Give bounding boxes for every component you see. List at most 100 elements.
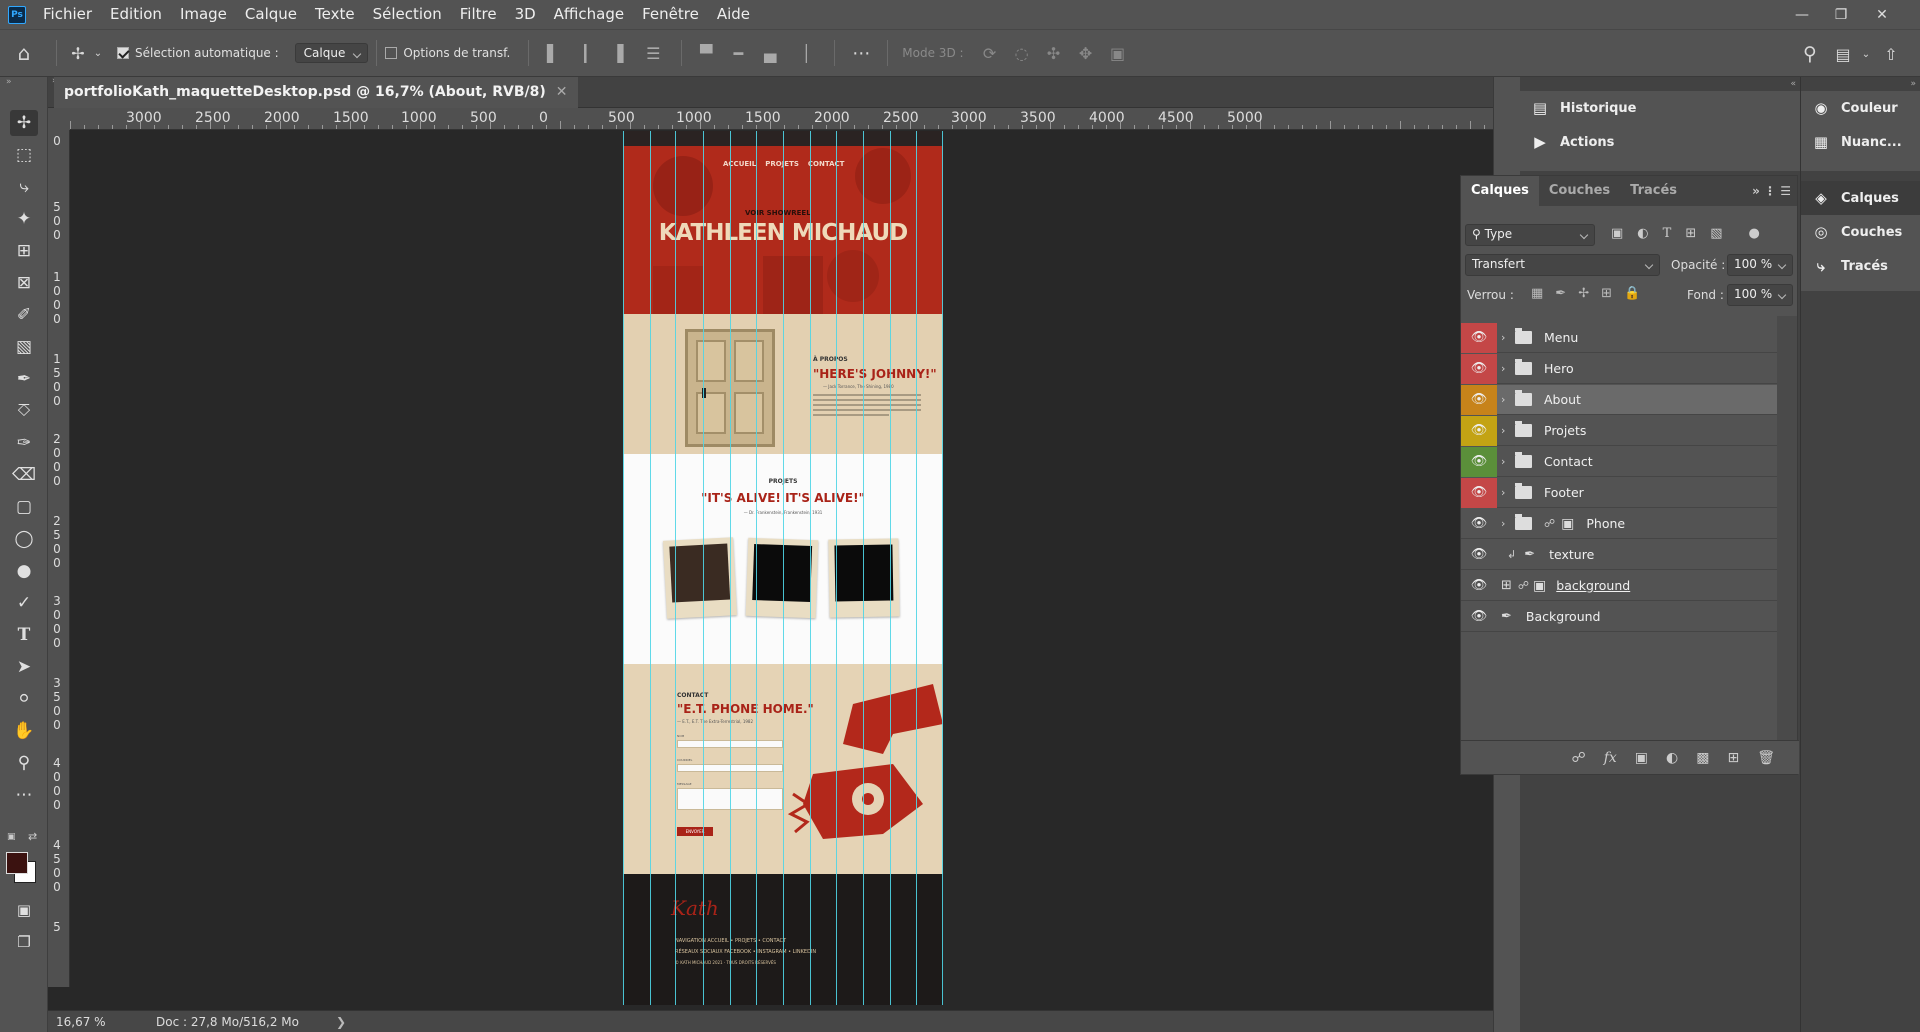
layer-row-texture[interactable]: 👁 ↲ ✒ texture (1461, 540, 1779, 570)
layer-row-hero[interactable]: 👁 › Hero (1461, 353, 1779, 384)
path-selection-tool-icon[interactable]: ➤ (10, 654, 38, 680)
menu-3d[interactable]: 3D (506, 0, 545, 29)
visibility-eye-icon[interactable]: 👁 (1461, 509, 1497, 539)
send-button[interactable]: ENVOYER (677, 827, 713, 836)
visibility-eye-icon[interactable]: 👁 (1461, 322, 1497, 353)
minimize-icon[interactable]: — (1785, 0, 1819, 29)
restore-icon[interactable]: ❐ (1824, 0, 1858, 29)
menu-fichier[interactable]: Fichier (34, 0, 101, 29)
align-right-icon[interactable]: ▐ (601, 44, 633, 63)
quick-mask-icon[interactable]: ▣ (10, 897, 38, 923)
nav-contact[interactable]: CONTACT (808, 160, 845, 168)
layer-row-background[interactable]: 👁 ⊞ ☍ ▣ background (1461, 571, 1779, 601)
close-window-icon[interactable]: ✕ (1865, 0, 1899, 29)
home-icon[interactable]: ⌂ (0, 41, 48, 65)
chain-link-icon[interactable]: ☍ (1518, 579, 1529, 592)
delete-layer-icon[interactable]: 🗑 (1757, 750, 1775, 766)
align-middle-icon[interactable]: ━ (722, 44, 754, 63)
ellipse-tool-icon[interactable]: ⚪ (10, 686, 38, 712)
collapse-side-icon[interactable]: » (1910, 79, 1916, 89)
expand-chevron-icon[interactable]: › (1501, 517, 1515, 530)
lock-artboard-icon[interactable]: ⊞ (1601, 286, 1612, 301)
guide-line[interactable] (703, 131, 704, 1005)
crop-tool-icon[interactable]: ⊞ (10, 238, 38, 264)
layers-panel-button[interactable]: ◈ Calques (1801, 181, 1920, 215)
menu-fen-tre[interactable]: Fenêtre (633, 0, 708, 29)
visibility-eye-icon[interactable]: 👁 (1461, 384, 1497, 415)
screen-mode-icon[interactable]: ❐ (10, 929, 38, 955)
expand-chevron-icon[interactable]: › (1501, 362, 1515, 375)
tab-calques[interactable]: Calques (1461, 176, 1539, 206)
align-left-icon[interactable]: ▌ (537, 44, 569, 63)
document-tab[interactable]: portfolioKath_maquetteDesktop.psd @ 16,7… (54, 77, 578, 108)
horizontal-ruler[interactable]: 0300025002000150010005000500100015002000… (70, 108, 1493, 130)
expand-chevron-icon[interactable]: › (1501, 331, 1515, 344)
distribute-v-icon[interactable]: │ (786, 44, 826, 63)
showreel-link[interactable]: VOIR SHOWREEL (745, 209, 811, 217)
clone-stamp-tool-icon[interactable]: ⎏ (10, 398, 38, 424)
filter-type-icon[interactable]: T (1663, 226, 1672, 241)
checkbox-checked-icon[interactable] (117, 47, 129, 59)
checkbox-unchecked-icon[interactable] (385, 47, 398, 59)
add-mask-icon[interactable]: ▣ (1635, 750, 1648, 766)
expand-chevron-icon[interactable]: › (1501, 424, 1515, 437)
camera-3d-icon[interactable]: ▣ (1102, 44, 1134, 63)
guide-line[interactable] (916, 131, 917, 1005)
menu-image[interactable]: Image (171, 0, 236, 29)
visibility-eye-icon[interactable]: 👁 (1461, 446, 1497, 477)
orbit-3d-icon[interactable]: ⟳ (974, 44, 1006, 63)
dodge-tool-icon[interactable]: ● (10, 558, 38, 584)
visibility-eye-icon[interactable]: 👁 (1461, 540, 1497, 570)
filter-pixel-icon[interactable]: ▣ (1611, 226, 1623, 241)
lasso-tool-icon[interactable]: ⤷ (10, 174, 38, 200)
expand-panel-icon[interactable]: » ⋮ ☰ (1752, 184, 1791, 198)
guide-line[interactable] (836, 131, 837, 1005)
edit-toolbar-icon[interactable]: ⋯ (10, 782, 38, 808)
zoom-level[interactable]: 16,67 % (56, 1015, 146, 1029)
blend-mode-dropdown[interactable]: Transfert (1465, 254, 1660, 276)
guide-line[interactable] (623, 131, 624, 1005)
type-tool-icon[interactable]: T (10, 622, 38, 648)
pan-3d-icon[interactable]: ✣ (1038, 44, 1070, 63)
chevron-down-icon[interactable]: ⌄ (91, 48, 105, 59)
guide-line[interactable] (675, 131, 676, 1005)
visibility-eye-icon[interactable]: 👁 (1461, 415, 1497, 446)
guide-line[interactable] (783, 131, 784, 1005)
gradient-tool-icon[interactable]: ▢ (10, 494, 38, 520)
status-chevron-icon[interactable]: ❯ (336, 1015, 346, 1029)
eyedropper-tool-icon[interactable]: ✐ (10, 302, 38, 328)
layer-row-contact[interactable]: 👁 › Contact (1461, 446, 1779, 477)
slide-3d-icon[interactable]: ✥ (1070, 44, 1102, 63)
link-layers-icon[interactable]: ☍ (1572, 750, 1586, 766)
guide-line[interactable] (942, 131, 943, 1005)
filter-toggle-icon[interactable]: ● (1749, 226, 1760, 241)
layer-row-projets[interactable]: 👁 › Projets (1461, 415, 1779, 446)
fill-field[interactable]: 100 % (1727, 284, 1793, 306)
layer-filter-dropdown[interactable]: ⚲ Type (1465, 224, 1595, 246)
color-panel-button[interactable]: ◉ Couleur (1801, 91, 1920, 125)
close-tab-icon[interactable]: ✕ (556, 84, 568, 100)
eraser-tool-icon[interactable]: ⌫ (10, 462, 38, 488)
align-top-icon[interactable]: ▀ (690, 44, 722, 63)
guide-line[interactable] (810, 131, 811, 1005)
menu-calque[interactable]: Calque (236, 0, 306, 29)
tab-traces[interactable]: Tracés (1620, 176, 1687, 206)
foreground-color-swatch[interactable] (6, 852, 28, 874)
guide-line[interactable] (890, 131, 891, 1005)
distribute-h-icon[interactable]: ☰ (633, 44, 673, 63)
align-bottom-icon[interactable]: ▄ (754, 44, 786, 63)
layer-row-menu[interactable]: 👁 › Menu (1461, 322, 1779, 353)
project-card-3[interactable] (828, 538, 900, 618)
default-colors-icon[interactable]: ▣ (7, 832, 16, 842)
collapse-toolbar-icon[interactable]: » (6, 77, 12, 87)
pen-tool-icon[interactable]: ✓ (10, 590, 38, 616)
fx-icon[interactable]: fx (1604, 750, 1617, 766)
collapse-dock-icon[interactable]: « (1790, 79, 1796, 89)
layers-scrollbar[interactable] (1777, 316, 1797, 742)
swap-colors-icon[interactable]: ⇄ (28, 830, 37, 843)
search-icon[interactable]: ⚲ (1792, 43, 1828, 65)
menu-texte[interactable]: Texte (306, 0, 364, 29)
visibility-eye-icon[interactable]: 👁 (1461, 571, 1497, 601)
lock-transparency-icon[interactable]: ▦ (1531, 286, 1543, 301)
expand-chevron-icon[interactable]: › (1501, 393, 1515, 406)
